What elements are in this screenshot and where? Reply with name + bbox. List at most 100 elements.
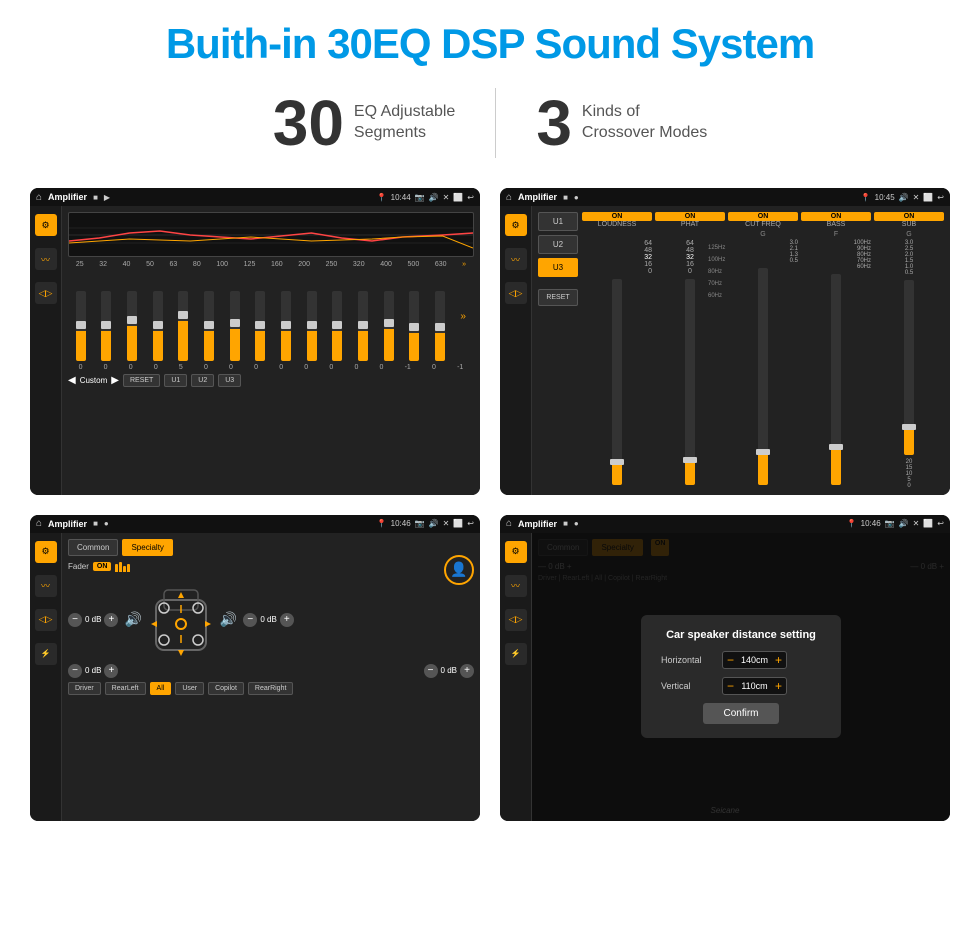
window-icon-3[interactable]: ⬜ [453,519,463,528]
slider-4[interactable] [153,291,163,361]
preset-u3[interactable]: U3 [538,258,578,277]
vertical-label: Vertical [661,681,716,691]
vol-icon-4[interactable]: ◁▷ [505,609,527,631]
bl-plus-btn[interactable]: + [104,664,118,678]
more-icon[interactable]: » [462,261,466,268]
freq-labels: 25 32 40 50 63 80 100 125 160 200 250 32… [68,261,474,268]
left-minus-btn[interactable]: − [68,613,82,627]
driver-btn[interactable]: Driver [68,682,101,695]
confirm-button[interactable]: Confirm [703,703,778,724]
vol-icon-2[interactable]: ◁▷ [505,282,527,304]
u3-btn[interactable]: U3 [218,374,241,387]
preset-u2[interactable]: U2 [538,235,578,254]
user-avatar: 👤 [444,555,474,585]
copilot-btn[interactable]: Copilot [208,682,244,695]
home-icon-4[interactable]: ⌂ [506,518,512,529]
close-icon-4[interactable]: ✕ [913,519,920,528]
slider-9[interactable] [281,291,291,361]
tab-specialty[interactable]: Specialty [122,539,172,556]
back-icon-4[interactable]: ↩ [937,519,944,528]
on-badge-sub[interactable]: ON [874,212,944,221]
crossover-slider-row: 64 48 32 16 0 [582,240,944,489]
v-slider-cutfreq: 3.0 2.1 1.3 0.5 125Hz100Hz8 [728,240,798,489]
slider-10[interactable] [307,291,317,361]
slider-15[interactable] [435,291,445,361]
eq-icon-3[interactable]: ⚙ [35,541,57,563]
channel-headers: ON LOUDNESS ON PHAT ON CUT FREQ [582,212,944,228]
back-icon[interactable]: ↩ [467,193,474,202]
track-sub[interactable] [904,280,914,455]
track-cutfreq[interactable] [758,268,768,485]
freq-63: 63 [170,261,178,268]
vertical-minus[interactable]: − [727,680,734,692]
topbar-icons-3: 📍 10:46 📷 🔊 ✕ ⬜ ↩ [377,519,474,528]
eq-icon-4[interactable]: ⚙ [505,541,527,563]
close-icon[interactable]: ✕ [443,193,450,202]
slider-2[interactable] [101,291,111,361]
play-icon-small[interactable]: ▶ [104,193,110,202]
reset-btn-2[interactable]: RESET [538,289,578,306]
wave-icon-2[interactable]: 〰 [505,248,527,270]
slider-11[interactable] [332,291,342,361]
wave-icon-3[interactable]: 〰 [35,575,57,597]
slider-7[interactable] [230,291,240,361]
home-icon-2[interactable]: ⌂ [506,192,512,203]
horizontal-plus[interactable]: + [775,654,782,666]
track-phat[interactable] [685,279,695,485]
eq-icon[interactable]: ⚙ [35,214,57,236]
wave-icon-4[interactable]: 〰 [505,575,527,597]
vertical-row: Vertical − 110cm + [661,677,821,695]
horizontal-minus[interactable]: − [727,654,734,666]
user-btn[interactable]: User [175,682,204,695]
window-icon-4[interactable]: ⬜ [923,519,933,528]
vertical-plus[interactable]: + [775,680,782,692]
on-badge-bass[interactable]: ON [801,212,871,221]
reset-btn[interactable]: RESET [123,374,160,387]
track-loudness[interactable] [612,279,622,485]
preset-u1[interactable]: U1 [538,212,578,231]
home-icon-3[interactable]: ⌂ [36,518,42,529]
fader-on[interactable]: ON [93,562,112,571]
rearright-btn[interactable]: RearRight [248,682,294,695]
slider-13[interactable] [384,291,394,361]
next-btn[interactable]: ▶ [111,375,119,386]
tab-common[interactable]: Common [68,539,118,556]
slider-6[interactable] [204,291,214,361]
screen1-eq: ⌂ Amplifier ■ ▶ 📍 10:44 📷 🔊 ✕ ⬜ ↩ ⚙ [30,188,480,495]
close-icon-3[interactable]: ✕ [443,519,450,528]
track-bass[interactable] [831,274,841,485]
back-icon-2[interactable]: ↩ [937,193,944,202]
window-icon-2[interactable]: ⬜ [923,193,933,202]
bl-minus-btn[interactable]: − [68,664,82,678]
eq-icon-2[interactable]: ⚙ [505,214,527,236]
vol-icon-3[interactable]: ◁▷ [35,609,57,631]
prev-btn[interactable]: ◀ [68,375,76,386]
bt-icon-4[interactable]: ⚡ [505,643,527,665]
all-btn[interactable]: All [150,682,172,695]
left-plus-btn[interactable]: + [104,613,118,627]
br-minus-btn[interactable]: − [424,664,438,678]
u1-btn[interactable]: U1 [164,374,187,387]
on-badge-loudness[interactable]: ON [582,212,652,221]
on-badge-phat[interactable]: ON [655,212,725,221]
eq-graph [68,212,474,257]
home-icon[interactable]: ⌂ [36,192,42,203]
slider-12[interactable] [358,291,368,361]
slider-5[interactable] [178,291,188,361]
window-icon[interactable]: ⬜ [453,193,463,202]
back-icon-3[interactable]: ↩ [467,519,474,528]
right-minus-btn[interactable]: − [243,613,257,627]
on-badge-cutfreq[interactable]: ON [728,212,798,221]
slider-8[interactable] [255,291,265,361]
slider-3[interactable] [127,291,137,361]
slider-14[interactable] [409,291,419,361]
wave-icon[interactable]: 〰 [35,248,57,270]
bt-icon-3[interactable]: ⚡ [35,643,57,665]
br-plus-btn[interactable]: + [460,664,474,678]
volume-sidebar-icon[interactable]: ◁▷ [35,282,57,304]
right-plus-btn[interactable]: + [280,613,294,627]
u2-btn[interactable]: U2 [191,374,214,387]
rearleft-btn[interactable]: RearLeft [105,682,146,695]
close-icon-2[interactable]: ✕ [913,193,920,202]
slider-1[interactable] [76,291,86,361]
